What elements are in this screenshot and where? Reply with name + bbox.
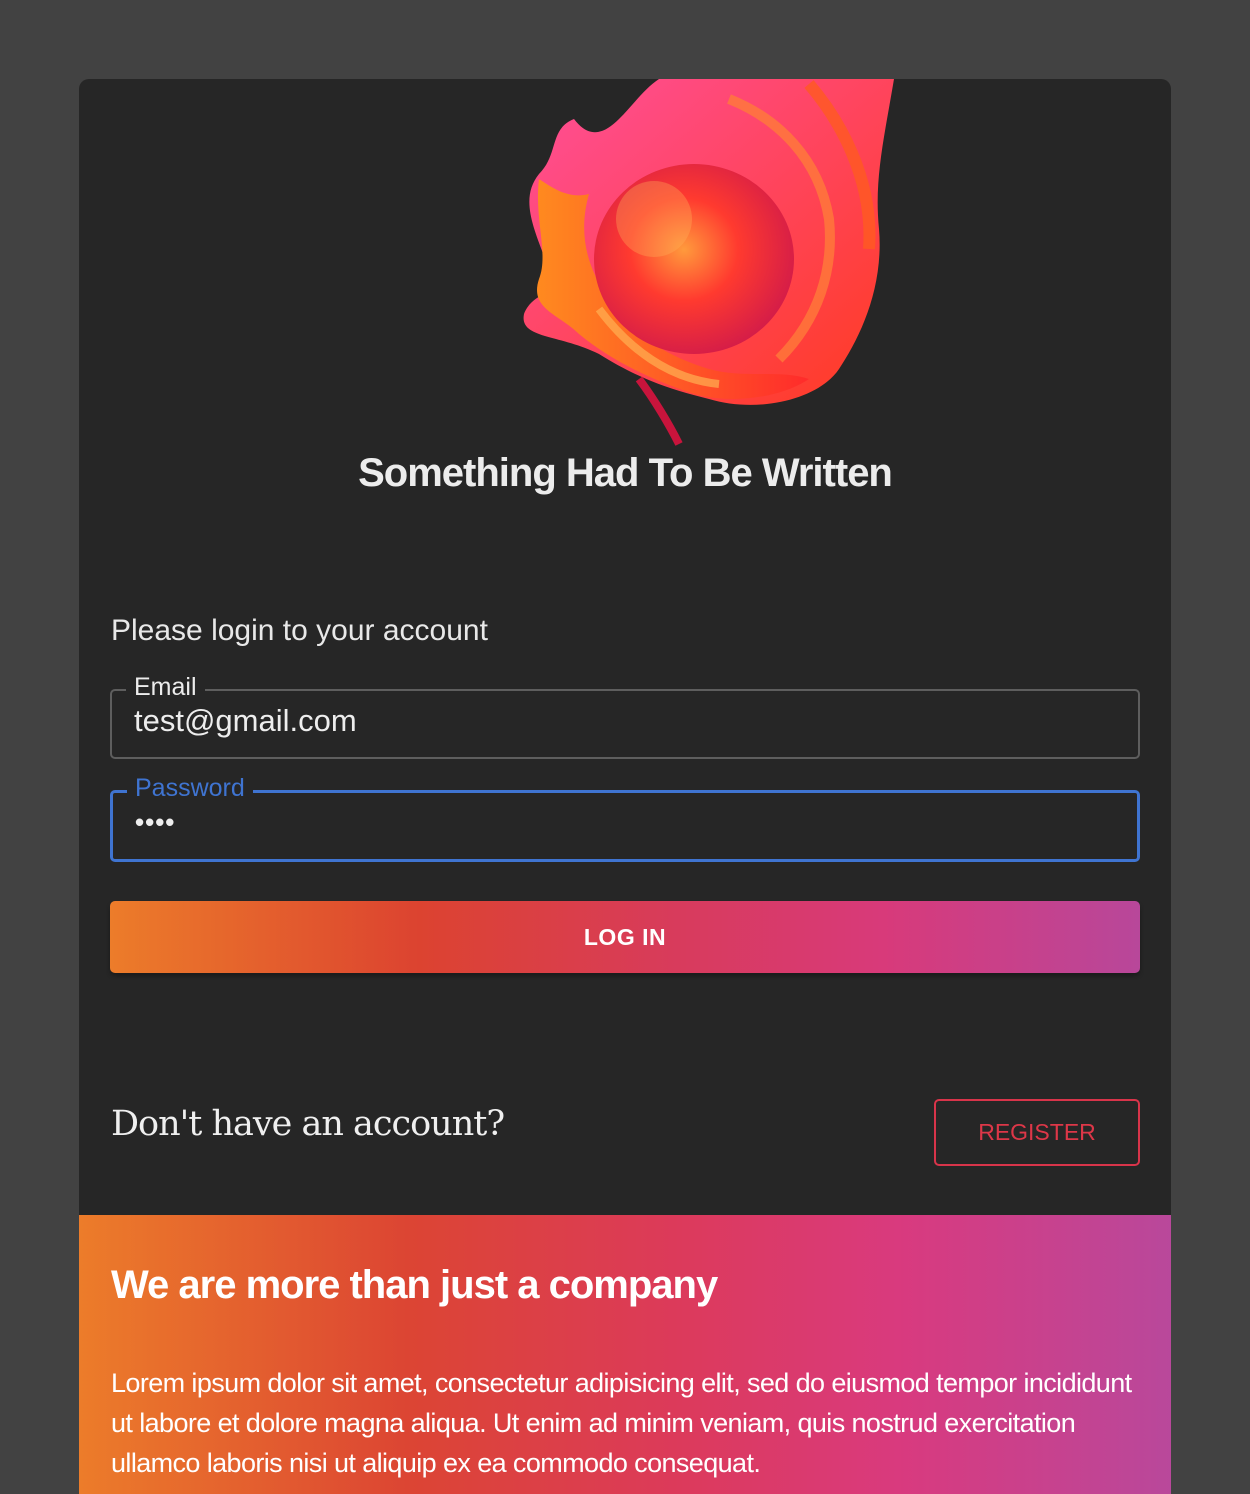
promo-title: We are more than just a company	[111, 1263, 718, 1307]
no-account-text: Don't have an account?	[111, 1104, 505, 1144]
password-field[interactable]: Password ••••	[110, 772, 1140, 862]
abstract-flame-logo-icon	[479, 79, 899, 449]
promo-panel: We are more than just a company Lorem ip…	[79, 1215, 1171, 1494]
email-label: Email	[126, 671, 205, 703]
email-field[interactable]: Email test@gmail.com	[110, 671, 1140, 759]
register-button[interactable]: REGISTER	[934, 1099, 1140, 1166]
password-label: Password	[127, 772, 253, 804]
promo-body: Lorem ipsum dolor sit amet, consectetur …	[111, 1368, 1132, 1478]
login-button[interactable]: LOG IN	[110, 901, 1140, 973]
login-prompt: Please login to your account	[111, 614, 488, 647]
email-value[interactable]: test@gmail.com	[134, 703, 357, 739]
password-value[interactable]: ••••	[135, 807, 175, 838]
brand-title: Something Had To Be Written	[358, 451, 893, 495]
login-card: Something Had To Be Written Please login…	[79, 79, 1171, 1494]
